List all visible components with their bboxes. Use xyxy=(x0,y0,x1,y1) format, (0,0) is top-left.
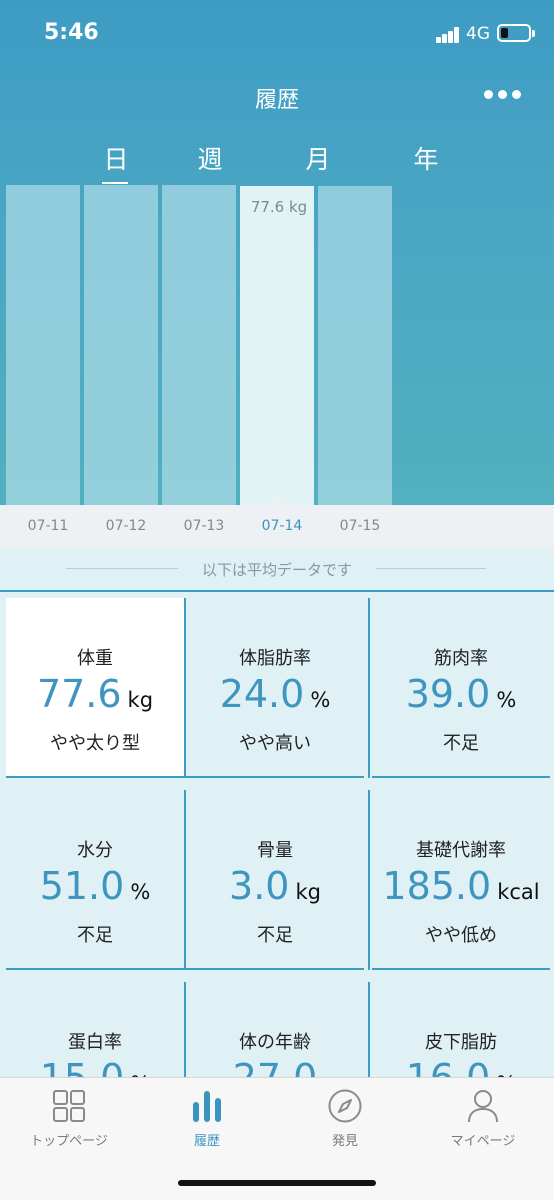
metric-title: 水分 xyxy=(77,840,113,861)
compass-icon xyxy=(328,1089,362,1123)
metric-card-bone[interactable]: 骨量 3.0 kg 不足 xyxy=(186,790,364,970)
metric-title: 蛋白率 xyxy=(68,1032,122,1053)
more-options-icon[interactable] xyxy=(484,90,524,102)
metric-unit: kcal xyxy=(497,880,540,904)
signal-icon xyxy=(436,27,462,43)
metric-card-subcutaneous-fat[interactable]: 皮下脂肪 16.0% xyxy=(372,982,550,1080)
date-label-07-12: 07-12 xyxy=(105,518,147,534)
metric-card-weight[interactable]: 体重 77.6 kg やや太り型 xyxy=(6,598,184,778)
grid-divider xyxy=(184,982,186,1080)
metric-status: 不足 xyxy=(443,733,479,754)
tab-top-page[interactable]: トップページ xyxy=(0,1078,138,1158)
average-banner-text: 以下は平均データです xyxy=(201,561,352,579)
date-label-07-14: 07-14 xyxy=(261,518,303,534)
status-time: 5:46 xyxy=(44,20,99,45)
metric-number: 185.0 xyxy=(382,864,492,908)
grid-divider xyxy=(184,790,186,970)
chart-bar-07-13[interactable] xyxy=(162,185,236,505)
period-tabs: 日 週 月 年 xyxy=(0,140,554,190)
chart-bar-07-15[interactable] xyxy=(318,186,392,505)
network-type: 4G xyxy=(466,24,490,44)
metric-card-water[interactable]: 水分 51.0% 不足 xyxy=(6,790,184,970)
metric-card-body-fat[interactable]: 体脂肪率 24.0% やや高い xyxy=(186,598,364,778)
metric-unit: % xyxy=(130,880,151,904)
metric-status: 不足 xyxy=(77,925,113,946)
tab-my-page[interactable]: マイページ xyxy=(414,1078,552,1158)
date-label-07-13: 07-13 xyxy=(183,518,225,534)
tab-label: マイページ xyxy=(450,1134,516,1149)
tab-label: 発見 xyxy=(331,1134,358,1149)
metric-value: 24.0% xyxy=(186,672,364,716)
metric-title: 骨量 xyxy=(257,840,293,861)
metric-status: やや低め xyxy=(425,925,497,946)
grid-divider xyxy=(368,598,370,778)
metric-number: 24.0 xyxy=(219,672,305,716)
metric-unit: kg xyxy=(295,880,321,904)
metric-card-muscle[interactable]: 筋肉率 39.0% 不足 xyxy=(372,598,550,778)
metric-title: 皮下脂肪 xyxy=(425,1032,497,1053)
metric-status: やや太り型 xyxy=(50,733,140,754)
metric-status: 不足 xyxy=(257,925,293,946)
metric-title: 体脂肪率 xyxy=(239,648,311,669)
average-banner: 以下は平均データです xyxy=(0,548,554,590)
grid-divider xyxy=(368,982,370,1080)
metric-title: 体重 xyxy=(77,648,113,669)
metric-unit: % xyxy=(496,688,517,712)
date-label-07-15: 07-15 xyxy=(339,518,381,534)
page-title: 履歴 xyxy=(254,88,299,113)
metric-title: 基礎代謝率 xyxy=(416,840,506,861)
selected-pointer xyxy=(269,496,287,505)
metric-number: 77.6 xyxy=(36,672,122,716)
grid-divider xyxy=(184,598,186,778)
status-bar: 5:46 4G xyxy=(0,0,554,70)
tab-history[interactable]: 履歴 xyxy=(138,1078,276,1158)
metric-value: 77.6 kg xyxy=(6,672,184,716)
date-axis: 07-11 07-12 07-13 07-14 07-15 xyxy=(0,505,554,548)
grid-icon xyxy=(53,1090,85,1122)
tab-label: トップページ xyxy=(30,1134,108,1149)
metric-card-protein[interactable]: 蛋白率 15.0% xyxy=(6,982,184,1080)
metric-unit: % xyxy=(310,688,331,712)
metric-value: 51.0% xyxy=(6,864,184,908)
metric-card-body-age[interactable]: 体の年齢 27.0 xyxy=(186,982,364,1080)
metrics-grid: 体重 77.6 kg やや太り型 体脂肪率 24.0% やや高い 筋肉率 39.0… xyxy=(0,590,554,1080)
divider-right xyxy=(376,568,486,569)
metric-unit: kg xyxy=(127,688,154,712)
metric-value: 3.0 kg xyxy=(186,864,364,908)
grid-top-border xyxy=(0,590,554,592)
metric-title: 筋肉率 xyxy=(434,648,488,669)
battery-icon xyxy=(497,24,535,42)
metric-number: 39.0 xyxy=(405,672,491,716)
metric-card-bmr[interactable]: 基礎代謝率 185.0 kcal やや低め xyxy=(372,790,550,970)
grid-divider xyxy=(368,790,370,970)
tab-year[interactable]: 年 xyxy=(396,140,456,176)
home-indicator xyxy=(178,1180,376,1186)
bar-chart-icon xyxy=(193,1091,221,1122)
chart-bar-07-12[interactable] xyxy=(84,185,158,505)
tab-week[interactable]: 週 xyxy=(180,140,240,176)
metric-number: 3.0 xyxy=(229,864,290,908)
tab-day[interactable]: 日 xyxy=(86,140,146,176)
metric-title: 体の年齢 xyxy=(239,1032,311,1053)
weight-bar-chart[interactable] xyxy=(0,170,554,505)
tab-label: 履歴 xyxy=(193,1134,220,1149)
person-icon xyxy=(468,1090,498,1123)
chart-bar-07-14[interactable] xyxy=(240,186,314,505)
selected-bar-value: 77.6 kg xyxy=(250,198,308,216)
metric-number: 51.0 xyxy=(39,864,125,908)
active-period-indicator xyxy=(102,182,128,184)
date-label-07-11: 07-11 xyxy=(27,518,69,534)
metric-value: 185.0 kcal xyxy=(372,864,550,908)
metric-status: やや高い xyxy=(239,733,311,754)
chart-bar-07-11[interactable] xyxy=(6,185,80,505)
tab-discover[interactable]: 発見 xyxy=(276,1078,414,1158)
metric-value: 39.0% xyxy=(372,672,550,716)
tab-month[interactable]: 月 xyxy=(288,140,348,176)
